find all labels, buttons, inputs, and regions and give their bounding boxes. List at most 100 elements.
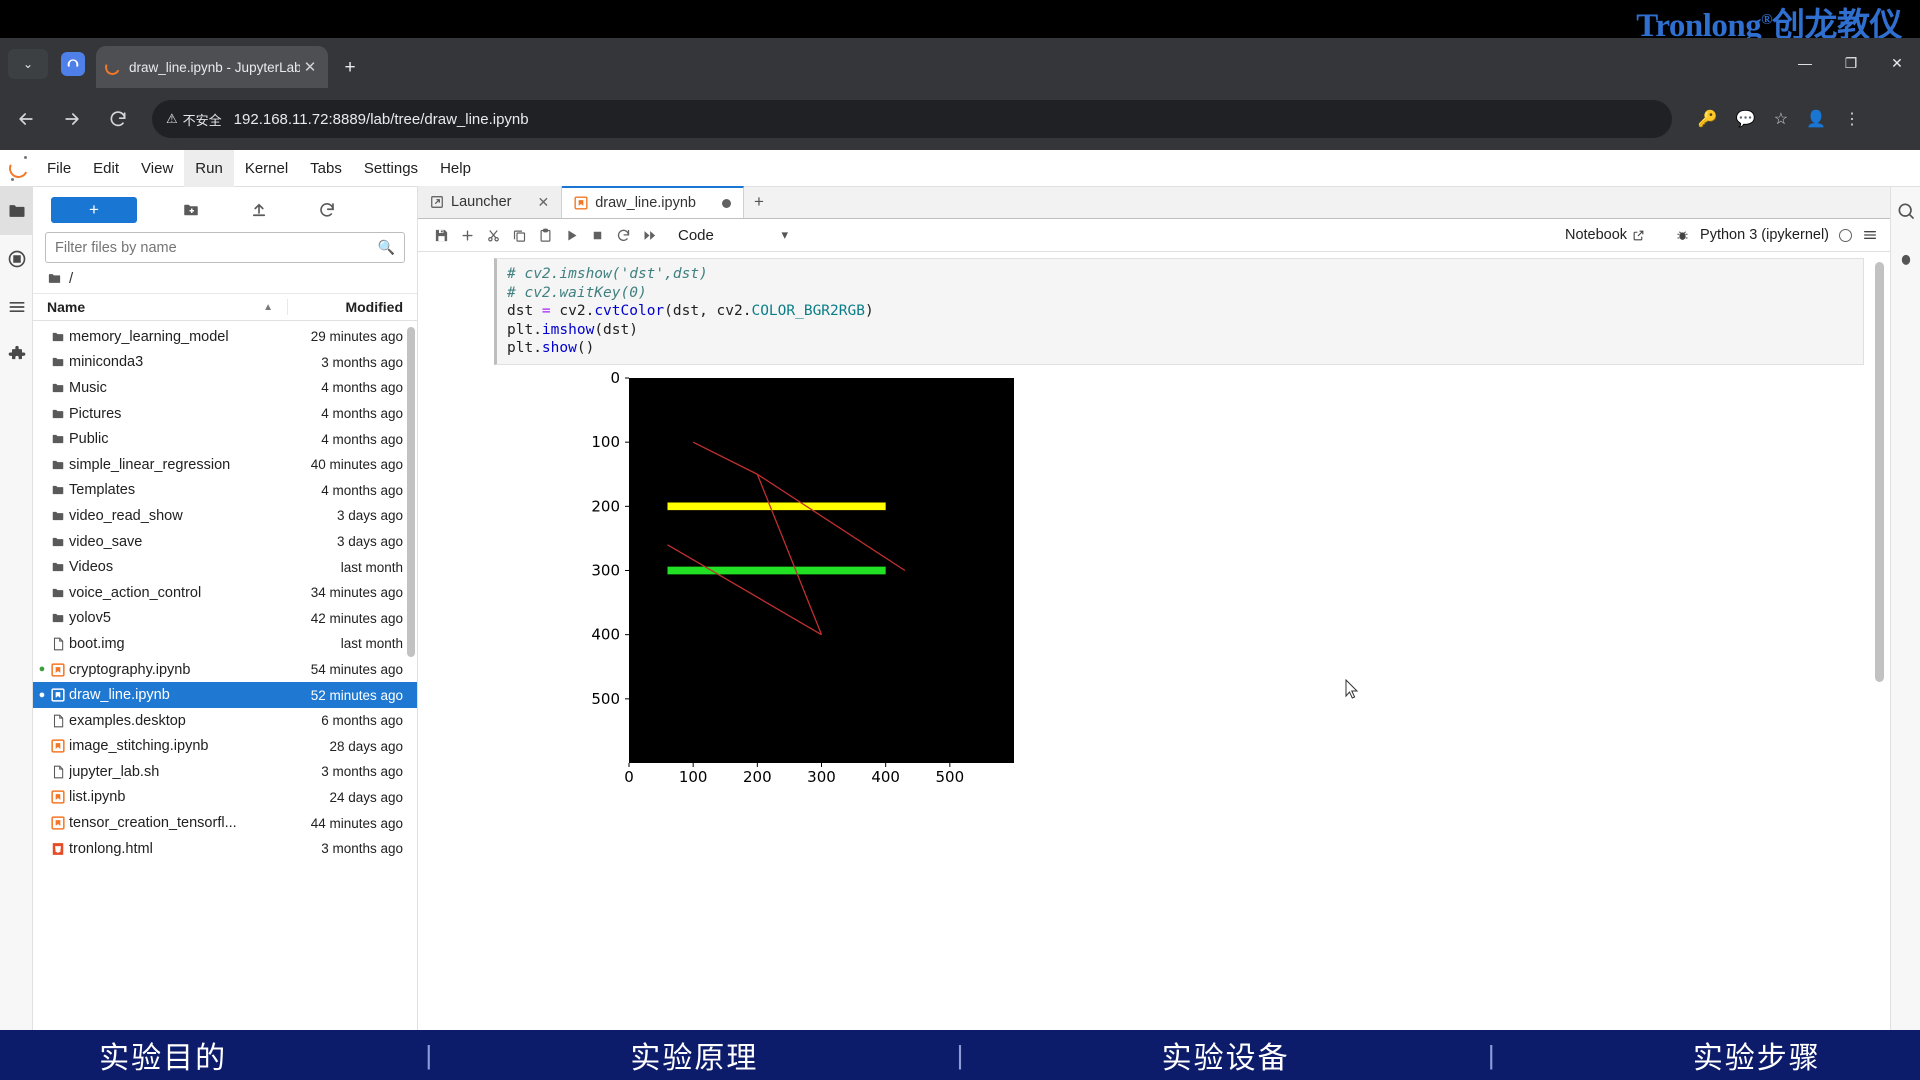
account-avatar-icon[interactable]: 👤 [1806, 109, 1826, 129]
cut-icon[interactable] [480, 222, 506, 248]
notebook-scrollbar-thumb-lower[interactable] [1875, 452, 1884, 682]
property-inspector-icon[interactable] [1891, 187, 1920, 235]
forward-button[interactable] [52, 99, 92, 139]
address-bar[interactable]: ⚠ 不安全 192.168.11.72:8889/lab/tree/draw_l… [152, 100, 1672, 138]
list-item[interactable]: yolov5 42 minutes ago [33, 606, 417, 632]
list-item[interactable]: jupyter_lab.sh 3 months ago [33, 759, 417, 785]
notebook-scrollbar-thumb[interactable] [1875, 262, 1884, 467]
list-item[interactable]: voice_action_control 34 minutes ago [33, 580, 417, 606]
file-status-dot: ● [38, 688, 46, 701]
tab-search-dropdown-button[interactable]: ⌄ [8, 49, 48, 79]
kernel-name-label[interactable]: Python 3 (ipykernel) [1700, 227, 1829, 243]
notebook-mode-button[interactable]: Notebook [1565, 227, 1645, 243]
file-list[interactable]: memory_learning_model 29 minutes ago minic… [33, 324, 417, 1030]
menu-view[interactable]: View [130, 150, 184, 187]
restart-icon[interactable] [610, 222, 636, 248]
restart-run-all-icon[interactable] [636, 222, 662, 248]
bottom-navigation-bar: 实验目的 | 实验原理 | 实验设备 | 实验步骤 [0, 1030, 1920, 1080]
list-item[interactable]: video_save 3 days ago [33, 529, 417, 555]
menu-edit[interactable]: Edit [82, 150, 130, 187]
new-folder-icon[interactable] [177, 196, 205, 224]
column-header-modified[interactable]: Modified [287, 299, 417, 315]
list-item[interactable]: Public 4 months ago [33, 426, 417, 452]
list-item[interactable]: memory_learning_model 29 minutes ago [33, 324, 417, 350]
menu-run[interactable]: Run [184, 149, 234, 187]
bug-icon[interactable] [1675, 228, 1690, 243]
stop-icon[interactable] [584, 222, 610, 248]
new-launcher-button[interactable]: + [51, 196, 137, 223]
paste-icon[interactable] [532, 222, 558, 248]
upload-icon[interactable] [245, 196, 273, 224]
back-button[interactable] [6, 99, 46, 139]
list-item[interactable]: tensor_creation_tensorfl... 44 minutes ag… [33, 810, 417, 836]
new-tab-button[interactable]: + [336, 54, 364, 82]
list-item[interactable]: tronlong.html 3 months ago [33, 836, 417, 862]
refresh-icon[interactable] [313, 196, 341, 224]
list-item[interactable]: ● draw_line.ipynb 52 minutes ago [33, 682, 417, 708]
list-item[interactable]: ● cryptography.ipynb 54 minutes ago [33, 657, 417, 683]
file-name: jupyter_lab.sh [69, 763, 160, 780]
menu-settings[interactable]: Settings [353, 150, 429, 187]
sidebar-item-commands[interactable] [0, 283, 33, 331]
list-item[interactable]: Videos last month [33, 554, 417, 580]
menu-tabs[interactable]: Tabs [299, 150, 353, 187]
window-close-button[interactable]: ✕ [1874, 38, 1920, 88]
tab-draw-line-notebook[interactable]: draw_line.ipynb [562, 186, 744, 218]
debugger-icon[interactable] [1891, 235, 1920, 283]
list-item[interactable]: Pictures 4 months ago [33, 401, 417, 427]
list-item[interactable]: Music 4 months ago [33, 375, 417, 401]
list-item[interactable]: list.ipynb 24 days ago [33, 785, 417, 811]
three-dot-menu-icon[interactable]: ⋮ [1844, 109, 1860, 129]
list-item[interactable]: Templates 4 months ago [33, 478, 417, 504]
security-indicator[interactable]: ⚠ 不安全 [166, 110, 222, 129]
sidebar-item-extensions[interactable] [0, 331, 33, 379]
tab-launcher[interactable]: Launcher ✕ [418, 186, 563, 218]
add-tab-button[interactable]: + [744, 186, 774, 218]
file-modified: 42 minutes ago [310, 610, 403, 626]
search-input[interactable] [55, 239, 378, 256]
menu-kernel[interactable]: Kernel [234, 150, 299, 187]
code-token: # cv2.waitKey(0) [507, 284, 647, 301]
column-header-name[interactable]: Name ▲ [33, 299, 287, 315]
bottom-nav-item-3[interactable]: 实验步骤 [1693, 1033, 1821, 1077]
translate-icon[interactable]: 💬 [1736, 109, 1756, 129]
list-item[interactable]: simple_linear_regression 40 minutes ago [33, 452, 417, 478]
file-list-scrollbar[interactable] [407, 327, 415, 657]
list-item[interactable]: miniconda3 3 months ago [33, 350, 417, 376]
list-item[interactable]: video_read_show 3 days ago [33, 503, 417, 529]
hamburger-icon[interactable] [1862, 227, 1878, 243]
reload-button[interactable] [98, 99, 138, 139]
bottom-nav-item-0[interactable]: 实验目的 [99, 1033, 227, 1077]
breadcrumb[interactable]: / [33, 263, 417, 293]
window-minimize-button[interactable]: — [1782, 38, 1828, 88]
close-icon[interactable]: ✕ [300, 58, 320, 76]
bookmark-star-icon[interactable]: ☆ [1774, 109, 1788, 129]
run-icon[interactable] [558, 222, 584, 248]
close-icon[interactable]: ✕ [537, 194, 549, 211]
x-tick-label: 500 [936, 768, 965, 786]
window-maximize-button[interactable]: ❐ [1828, 38, 1874, 88]
list-item[interactable]: examples.desktop 6 months ago [33, 708, 417, 734]
file-name: examples.desktop [69, 712, 186, 729]
notebook-code-cell[interactable]: # cv2.imshow('dst',dst) # cv2.waitKey(0) d… [418, 258, 1890, 365]
list-item[interactable]: boot.img last month [33, 631, 417, 657]
cell-type-dropdown[interactable]: Code ▾ [678, 227, 788, 244]
bottom-nav-item-1[interactable]: 实验原理 [630, 1033, 758, 1077]
breadcrumb-root[interactable]: / [69, 270, 73, 287]
sidebar-item-running-terminals[interactable] [0, 235, 33, 283]
insert-cell-icon[interactable] [454, 222, 480, 248]
sidebar-item-file-browser[interactable] [0, 187, 33, 235]
menu-file[interactable]: File [36, 150, 82, 187]
list-item[interactable]: image_stitching.ipynb 28 days ago [33, 734, 417, 760]
copy-icon[interactable] [506, 222, 532, 248]
bottom-nav-items: 实验目的 | 实验原理 | 实验设备 | 实验步骤 [0, 1030, 1920, 1080]
cell-source-code[interactable]: # cv2.imshow('dst',dst) # cv2.waitKey(0) d… [494, 258, 1864, 365]
browser-sidebar-toggle-button[interactable] [56, 49, 90, 79]
password-key-icon[interactable]: 🔑 [1698, 109, 1718, 129]
browser-tab-active[interactable]: draw_line.ipynb - JupyterLab ✕ [96, 46, 328, 88]
notebook-content[interactable]: # cv2.imshow('dst',dst) # cv2.waitKey(0) d… [418, 252, 1890, 1030]
bottom-nav-item-2[interactable]: 实验设备 [1162, 1033, 1290, 1077]
file-filter-box[interactable]: 🔍 [45, 232, 405, 263]
save-icon[interactable] [428, 222, 454, 248]
menu-help[interactable]: Help [429, 150, 482, 187]
